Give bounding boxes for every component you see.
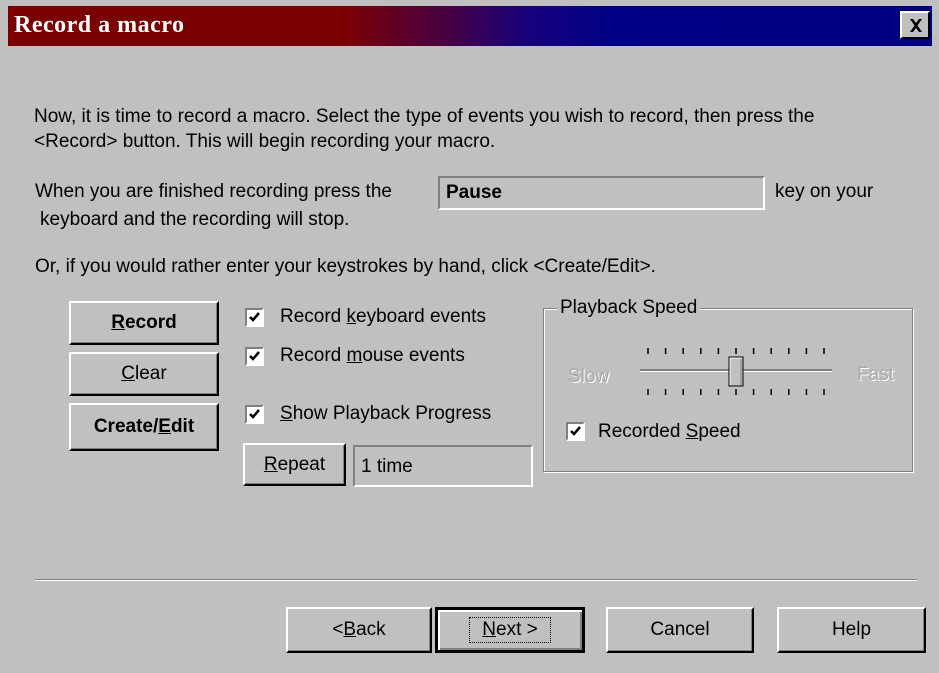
mouse-events-checkbox[interactable]: [245, 347, 264, 366]
slider-ticks-bottom: [647, 389, 825, 395]
mouse-events-label[interactable]: Record mouse events: [280, 345, 465, 367]
recorded-speed-checkbox[interactable]: [566, 422, 585, 441]
close-button[interactable]: [900, 11, 930, 39]
slider-ticks-top: [647, 348, 825, 354]
finish-suffix: key on your: [775, 181, 874, 202]
checkmark-icon: [249, 409, 260, 419]
repeat-button[interactable]: Repeat: [243, 443, 346, 486]
help-button[interactable]: Help: [777, 607, 926, 653]
slider-thumb[interactable]: [728, 356, 744, 387]
finish-prefix: When you are finished recording press th…: [35, 181, 392, 202]
playback-speed-label: Playback Speed: [557, 297, 701, 319]
show-progress-label[interactable]: Show Playback Progress: [280, 403, 491, 425]
checkmark-icon: [570, 426, 581, 436]
focus-rect: Next >: [469, 617, 551, 643]
checkmark-icon: [249, 312, 260, 322]
footer-separator: [35, 579, 917, 581]
fast-label: Fast: [857, 364, 894, 385]
keyboard-events-label[interactable]: Record keyboard events: [280, 306, 486, 328]
intro-line-1: Now, it is time to record a macro. Selec…: [34, 106, 815, 127]
cancel-button[interactable]: Cancel: [606, 607, 754, 653]
keyboard-events-checkbox[interactable]: [245, 308, 264, 327]
next-button[interactable]: Next >: [435, 607, 585, 653]
stop-key-value: Pause: [446, 182, 502, 203]
back-button[interactable]: < Back: [286, 607, 432, 653]
title-bar[interactable]: Record a macro: [8, 6, 932, 46]
stop-key-field[interactable]: Pause: [438, 176, 765, 210]
clear-button[interactable]: Clear: [69, 352, 219, 396]
speed-slider[interactable]: [636, 340, 836, 402]
create-edit-button[interactable]: Create/Edit: [69, 403, 219, 451]
finish-line-2: keyboard and the recording will stop.: [40, 209, 350, 230]
record-button[interactable]: Record: [69, 301, 219, 345]
checkmark-icon: [249, 351, 260, 361]
intro-line-2: <Record> button. This will begin recordi…: [34, 131, 496, 152]
repeat-count-value: 1 time: [361, 456, 413, 477]
repeat-count-field[interactable]: 1 time: [353, 445, 533, 487]
slow-label: Slow: [568, 366, 610, 387]
manual-entry-text: Or, if you would rather enter your keyst…: [35, 256, 656, 277]
recorded-speed-label[interactable]: Recorded Speed: [598, 421, 741, 443]
show-progress-checkbox[interactable]: [245, 405, 264, 424]
record-macro-dialog: Record a macro Now, it is time to record…: [0, 0, 939, 673]
close-icon: [910, 19, 922, 32]
window-title: Record a macro: [14, 12, 185, 38]
